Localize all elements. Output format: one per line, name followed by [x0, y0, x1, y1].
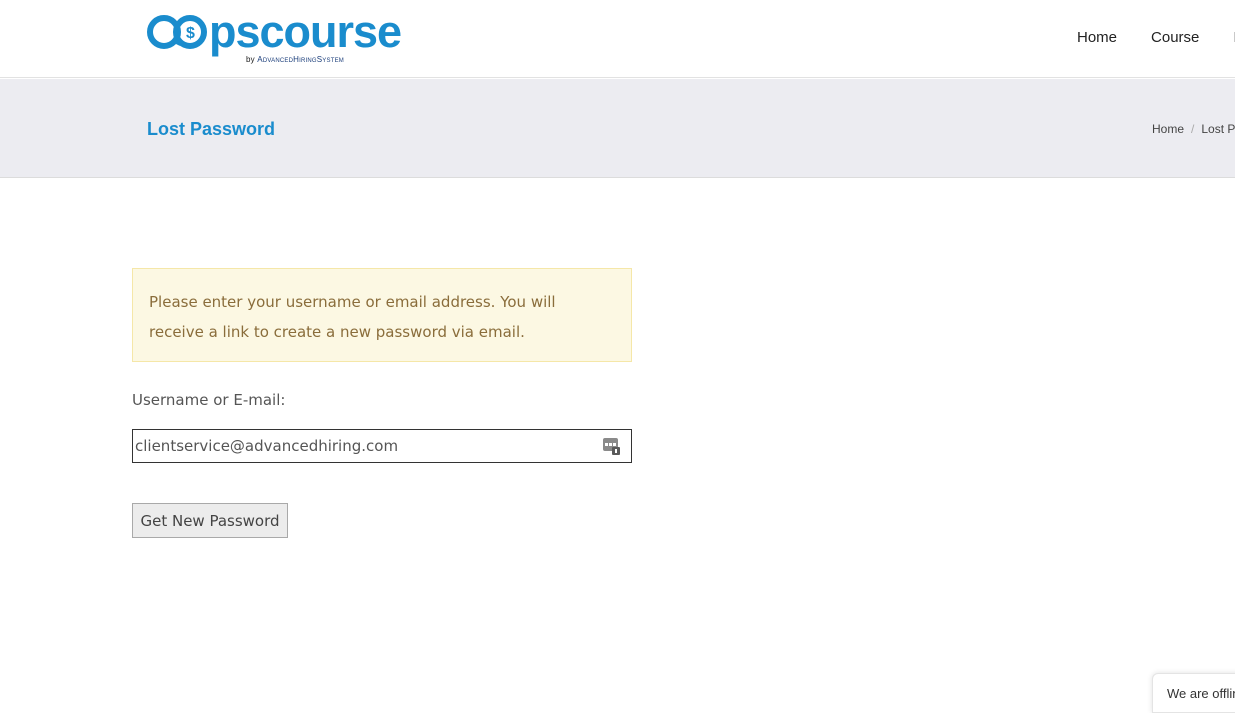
breadcrumb: Home / Lost Password — [1152, 122, 1235, 136]
page-title: Lost Password — [147, 119, 276, 139]
site-logo[interactable]: $ pscourse by AdvancedHiringSystem — [146, 6, 426, 67]
logo-byline-brand: AdvancedHiringSystem — [257, 55, 344, 64]
username-field-label: Username or E-mail: — [132, 391, 286, 409]
logo-rings-icon: $ — [146, 12, 208, 52]
autofill-contact-icon[interactable] — [603, 438, 621, 455]
username-input[interactable] — [133, 430, 593, 462]
page-title-bar: Lost Password Home / Lost Password — [0, 79, 1235, 178]
site-header: $ pscourse by AdvancedHiringSystem Home … — [0, 0, 1235, 78]
logo-byline: by AdvancedHiringSystem — [246, 55, 344, 64]
logo-wordmark: $ pscourse — [146, 6, 402, 57]
username-field-wrapper — [132, 429, 632, 463]
chat-widget[interactable]: We are offline — [1152, 673, 1235, 713]
svg-text:$: $ — [186, 25, 195, 42]
breadcrumb-home[interactable]: Home — [1152, 122, 1184, 136]
logo-text: pscourse — [209, 6, 402, 57]
info-notice: Please enter your username or email addr… — [132, 268, 632, 362]
main-nav: Home Course I — [1077, 29, 1235, 46]
nav-home[interactable]: Home — [1077, 29, 1117, 46]
breadcrumb-current: Lost Password — [1201, 122, 1235, 136]
get-new-password-button[interactable]: Get New Password — [132, 503, 288, 538]
breadcrumb-separator: / — [1191, 122, 1195, 136]
logo-byline-prefix: by — [246, 55, 255, 64]
nav-course[interactable]: Course — [1151, 29, 1199, 46]
